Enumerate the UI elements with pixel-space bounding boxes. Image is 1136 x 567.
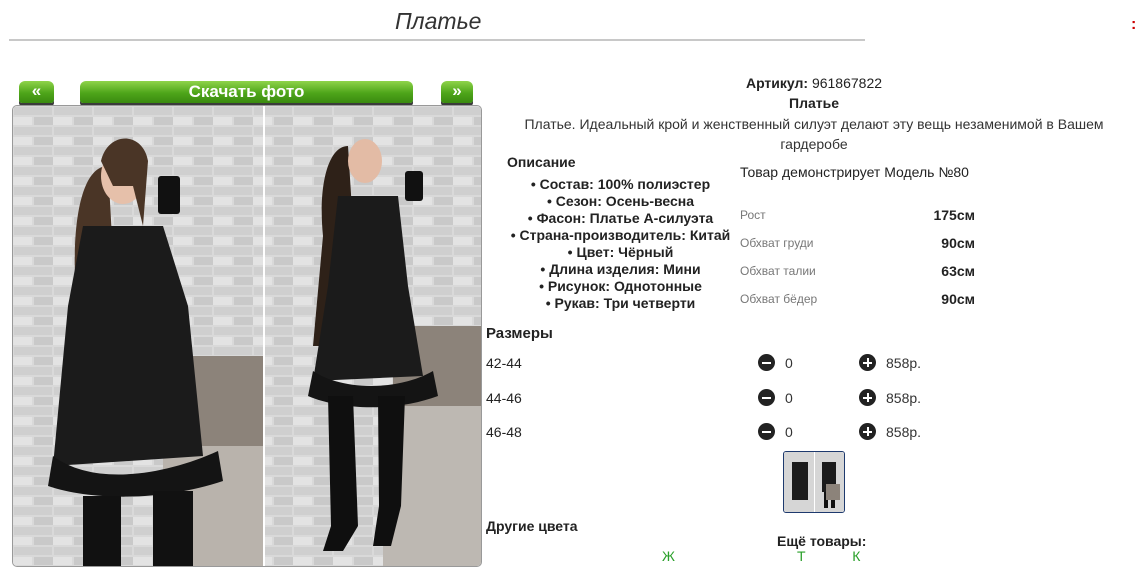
attribute-item: • Длина изделия: Мини: [540, 261, 701, 277]
quantity-value: 0: [785, 424, 793, 440]
measure-value-bust: 90см: [941, 235, 975, 251]
size-label: 46-48: [486, 424, 522, 440]
title-divider: [9, 39, 865, 41]
attribute-item: • Сезон: Осень-весна: [546, 193, 695, 209]
size-label: 42-44: [486, 355, 522, 371]
attribute-item: • Рукав: Три четверти: [545, 295, 696, 311]
price-value: 858р.: [886, 424, 922, 440]
plus-icon[interactable]: [859, 354, 876, 371]
sku-line: Артикул: 961867822: [490, 75, 1136, 91]
price-value: 858р.: [886, 390, 922, 406]
measure-label-bust: Обхват груди: [740, 236, 814, 250]
size-label: 44-46: [486, 390, 522, 406]
product-description: Платье. Идеальный крой и женственный сил…: [524, 116, 1104, 152]
thumbnail-image: [784, 452, 844, 512]
minus-icon[interactable]: [758, 423, 775, 440]
more-goods-link[interactable]: Т К: [797, 548, 860, 564]
measure-value-height: 175см: [933, 207, 975, 223]
prev-photo-button[interactable]: «: [19, 81, 54, 103]
size-row: 44-46 0 858р.: [486, 387, 936, 409]
sku-value: 961867822: [811, 75, 883, 91]
measure-label-waist: Обхват талии: [740, 264, 816, 278]
sizes-heading: Размеры: [486, 325, 553, 342]
model-note: Товар демонстрирует Модель №80: [740, 164, 969, 180]
description-heading: Описание: [507, 154, 576, 170]
price-value: 858р.: [886, 355, 922, 371]
edge-fragment: :: [1131, 16, 1136, 33]
attribute-list: • Состав: 100% полиэстер • Сезон: Осень-…: [498, 176, 743, 312]
plus-icon[interactable]: [859, 423, 876, 440]
attribute-item: • Рисунок: Однотонные: [539, 278, 702, 294]
attribute-item: • Страна-производитель: Китай: [510, 227, 731, 243]
other-colors-heading: Другие цвета: [486, 518, 578, 534]
measure-label-height: Рост: [740, 208, 766, 222]
size-row: 42-44 0 858р.: [486, 352, 936, 374]
plus-icon[interactable]: [859, 389, 876, 406]
attribute-item: • Цвет: Чёрный: [567, 244, 674, 260]
product-name: Платье: [789, 95, 839, 111]
minus-icon[interactable]: [758, 389, 775, 406]
photo-thumbnail[interactable]: [783, 451, 845, 513]
download-photo-button[interactable]: Скачать фото: [80, 81, 413, 103]
measure-value-waist: 63см: [941, 263, 975, 279]
attribute-item: • Фасон: Платье А-силуэта: [527, 210, 714, 226]
attribute-item: • Состав: 100% полиэстер: [530, 176, 711, 192]
product-photo-image: [13, 106, 481, 566]
measure-label-hips: Обхват бёдер: [740, 292, 818, 306]
minus-icon[interactable]: [758, 354, 775, 371]
quantity-value: 0: [785, 355, 793, 371]
page-title: Платье: [395, 8, 482, 34]
more-goods-link[interactable]: Ж: [662, 548, 675, 564]
measure-value-hips: 90см: [941, 291, 975, 307]
product-photo[interactable]: [12, 105, 482, 567]
sku-label: Артикул:: [745, 75, 809, 91]
more-goods-heading: Ещё товары:: [777, 533, 867, 549]
next-photo-button[interactable]: »: [441, 81, 473, 103]
size-row: 46-48 0 858р.: [486, 421, 936, 443]
quantity-value: 0: [785, 390, 793, 406]
